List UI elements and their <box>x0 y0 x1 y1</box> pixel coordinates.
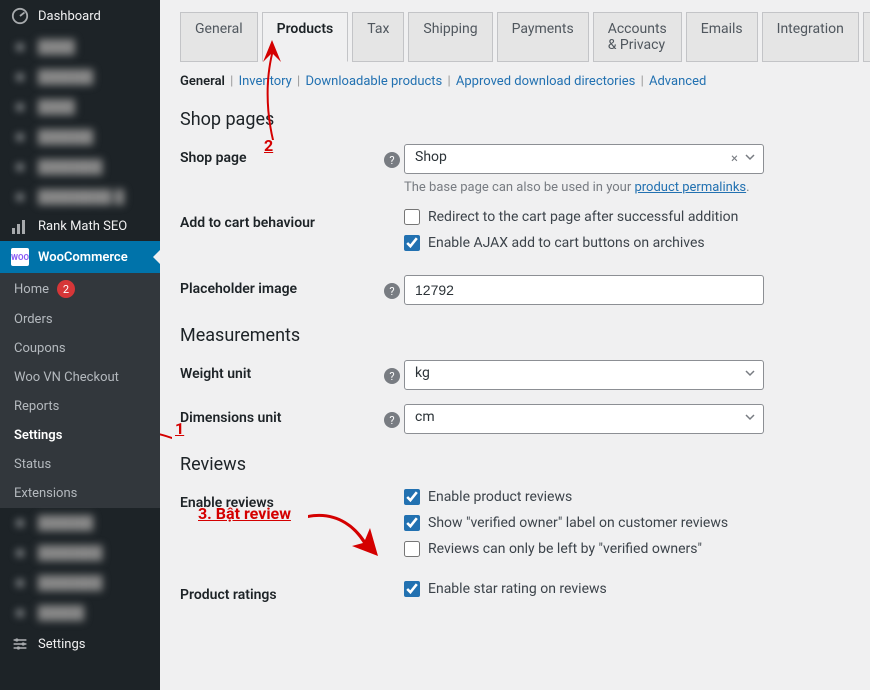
clear-icon[interactable]: × <box>731 152 738 167</box>
subtab-general[interactable]: General <box>180 74 225 89</box>
main-content: General Products Tax Shipping Payments A… <box>160 0 870 690</box>
enable-ajax-checkbox[interactable] <box>404 235 420 251</box>
sidebar-item-obscured[interactable]: ■███████ <box>0 538 160 568</box>
admin-sidebar: Dashboard ■████ ■██████ ■████ ■██████ ■█… <box>0 0 160 690</box>
sidebar-item-obscured[interactable]: ■███████ <box>0 152 160 182</box>
label-placeholder-image: Placeholder image <box>180 275 380 297</box>
sidebar-item-obscured[interactable]: ■██████ <box>0 122 160 152</box>
shop-page-note: The base page can also be used in your p… <box>404 180 764 195</box>
submenu-label: Home <box>14 282 49 297</box>
submenu-item-coupons[interactable]: Coupons <box>0 334 160 363</box>
shop-page-select[interactable]: Shop <box>404 144 764 174</box>
subtab-approved-dirs[interactable]: Approved download directories <box>456 74 635 89</box>
woocommerce-icon: WOO <box>10 248 30 266</box>
submenu-label: Status <box>14 457 51 472</box>
sidebar-item-rankmath[interactable]: Rank Math SEO <box>0 212 160 241</box>
product-permalinks-link[interactable]: product permalinks <box>634 180 746 195</box>
checkbox-label: Enable product reviews <box>428 489 572 505</box>
dimensions-unit-select[interactable]: cm <box>404 404 764 434</box>
submenu-item-settings[interactable]: Settings <box>0 421 160 450</box>
tab-general[interactable]: General <box>180 12 258 62</box>
woocommerce-submenu: Home 2 Orders Coupons Woo VN Checkout Re… <box>0 273 160 508</box>
tab-advanced[interactable]: Advanced <box>863 12 870 62</box>
submenu-label: Orders <box>14 312 53 327</box>
checkbox-label: Enable AJAX add to cart buttons on archi… <box>428 235 705 251</box>
checkbox-label: Reviews can only be left by "verified ow… <box>428 541 702 557</box>
tab-products[interactable]: Products <box>262 12 349 62</box>
placeholder-image-input[interactable] <box>404 275 764 305</box>
sidebar-item-label: Settings <box>38 637 85 652</box>
settings-subtabs: General | Inventory | Downloadable produ… <box>180 74 850 89</box>
sidebar-item-obscured[interactable]: ■███████ <box>0 568 160 598</box>
subtab-advanced[interactable]: Advanced <box>649 74 706 89</box>
sidebar-item-obscured[interactable]: ■████ <box>0 32 160 62</box>
submenu-item-extensions[interactable]: Extensions <box>0 479 160 508</box>
submenu-item-orders[interactable]: Orders <box>0 305 160 334</box>
label-dimensions-unit: Dimensions unit <box>180 404 380 426</box>
checkbox-label: Redirect to the cart page after successf… <box>428 209 738 225</box>
sidebar-item-settings-bottom[interactable]: Settings <box>0 628 160 659</box>
submenu-label: Settings <box>14 428 62 443</box>
settings-tabs: General Products Tax Shipping Payments A… <box>180 12 850 62</box>
tab-integration[interactable]: Integration <box>762 12 859 62</box>
submenu-item-reports[interactable]: Reports <box>0 392 160 421</box>
label-weight-unit: Weight unit <box>180 360 380 382</box>
tab-shipping[interactable]: Shipping <box>408 12 492 62</box>
submenu-item-woovn[interactable]: Woo VN Checkout <box>0 363 160 392</box>
weight-unit-select[interactable]: kg <box>404 360 764 390</box>
checkbox-label: Show "verified owner" label on customer … <box>428 515 728 531</box>
enable-star-rating-checkbox[interactable] <box>404 581 420 597</box>
subtab-inventory[interactable]: Inventory <box>239 74 292 89</box>
sidebar-item-obscured[interactable]: ■██████ <box>0 508 160 538</box>
home-badge: 2 <box>57 280 75 298</box>
dashboard-icon <box>10 7 30 25</box>
only-verified-owners-checkbox[interactable] <box>404 541 420 557</box>
tab-accounts[interactable]: Accounts & Privacy <box>593 12 682 62</box>
help-icon[interactable]: ? <box>384 368 400 384</box>
label-shop-page: Shop page <box>180 144 380 166</box>
submenu-label: Coupons <box>14 341 66 356</box>
enable-product-reviews-checkbox[interactable] <box>404 489 420 505</box>
chart-icon <box>10 220 30 234</box>
submenu-label: Woo VN Checkout <box>14 370 119 385</box>
label-product-ratings: Product ratings <box>180 581 380 603</box>
sidebar-item-label: Rank Math SEO <box>38 219 127 234</box>
redirect-cart-checkbox[interactable] <box>404 209 420 225</box>
tab-emails[interactable]: Emails <box>686 12 758 62</box>
show-verified-owner-checkbox[interactable] <box>404 515 420 531</box>
sidebar-item-obscured[interactable]: ■████ <box>0 92 160 122</box>
submenu-item-home[interactable]: Home 2 <box>0 273 160 305</box>
sidebar-item-woocommerce[interactable]: WOO WooCommerce <box>0 241 160 273</box>
label-enable-reviews: Enable reviews <box>180 489 380 511</box>
tab-tax[interactable]: Tax <box>352 12 404 62</box>
submenu-item-status[interactable]: Status <box>0 450 160 479</box>
sidebar-item-label: WooCommerce <box>38 250 128 265</box>
sidebar-item-obscured[interactable]: ■████████ █ <box>0 182 160 212</box>
annotation-arrow-1 <box>160 422 172 456</box>
submenu-label: Reports <box>14 399 59 414</box>
help-icon[interactable]: ? <box>384 412 400 428</box>
label-add-to-cart: Add to cart behaviour <box>180 209 380 231</box>
help-icon[interactable]: ? <box>384 152 400 168</box>
settings-icon <box>10 636 30 652</box>
section-measurements: Measurements <box>180 325 850 346</box>
submenu-label: Extensions <box>14 486 77 501</box>
section-shop-pages: Shop pages <box>180 109 850 130</box>
tab-payments[interactable]: Payments <box>497 12 589 62</box>
sidebar-item-label: Dashboard <box>38 9 101 24</box>
checkbox-label: Enable star rating on reviews <box>428 581 607 597</box>
section-reviews: Reviews <box>180 454 850 475</box>
help-icon[interactable]: ? <box>384 283 400 299</box>
subtab-downloadable[interactable]: Downloadable products <box>305 74 442 89</box>
sidebar-item-obscured[interactable]: ■█████ <box>0 598 160 628</box>
active-pointer-icon <box>153 249 160 265</box>
sidebar-item-dashboard[interactable]: Dashboard <box>0 0 160 32</box>
sidebar-item-obscured[interactable]: ■██████ <box>0 62 160 92</box>
